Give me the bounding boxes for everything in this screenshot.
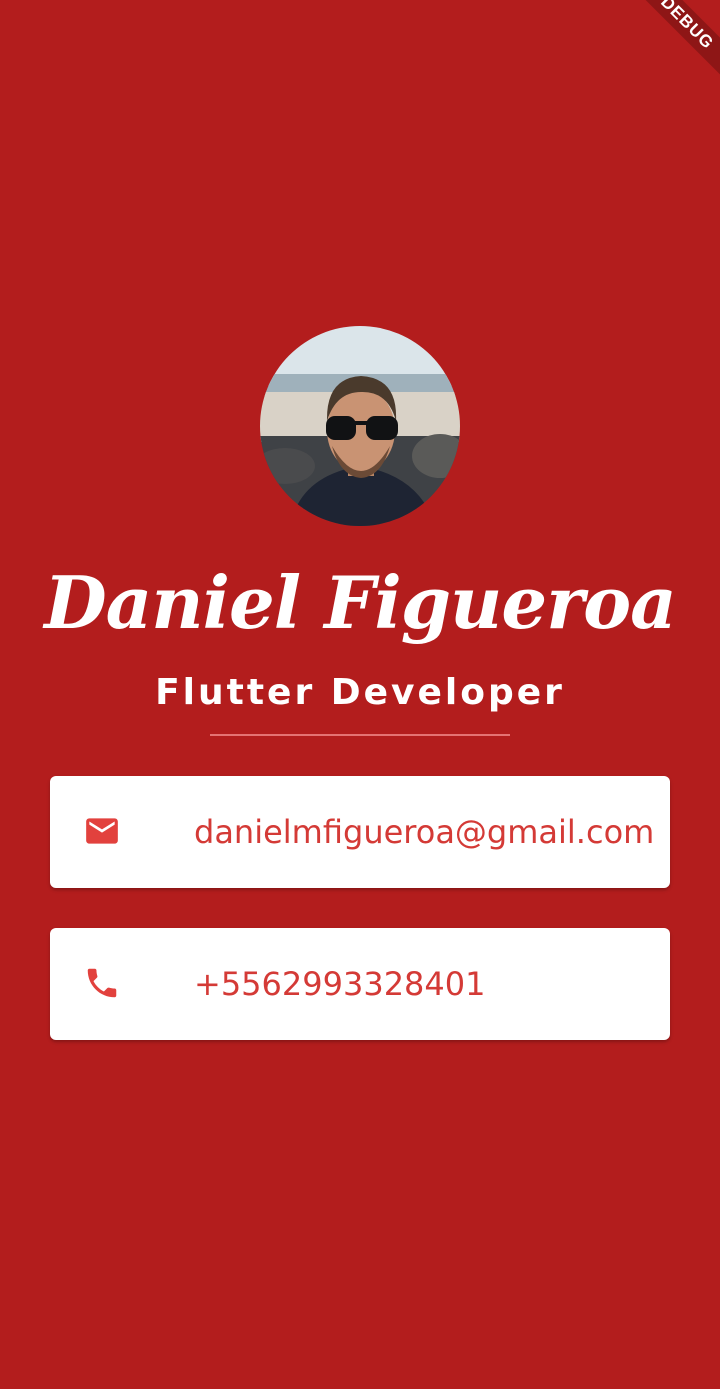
debug-banner-label: DEBUG [624,0,720,86]
profile-title: Flutter Developer [155,672,565,713]
phone-icon [83,964,121,1002]
phone-card[interactable]: +5562993328401 [50,928,670,1040]
divider [210,734,510,736]
profile-name: Daniel Figueroa [44,560,677,645]
phone-value: +5562993328401 [194,965,486,1003]
email-card[interactable]: danielmfigueroa@gmail.com [50,776,670,888]
avatar [260,326,460,526]
mail-icon [83,812,121,850]
email-value: danielmfigueroa@gmail.com [194,813,655,851]
avatar-photo [260,326,460,526]
debug-banner: DEBUG [590,0,720,130]
